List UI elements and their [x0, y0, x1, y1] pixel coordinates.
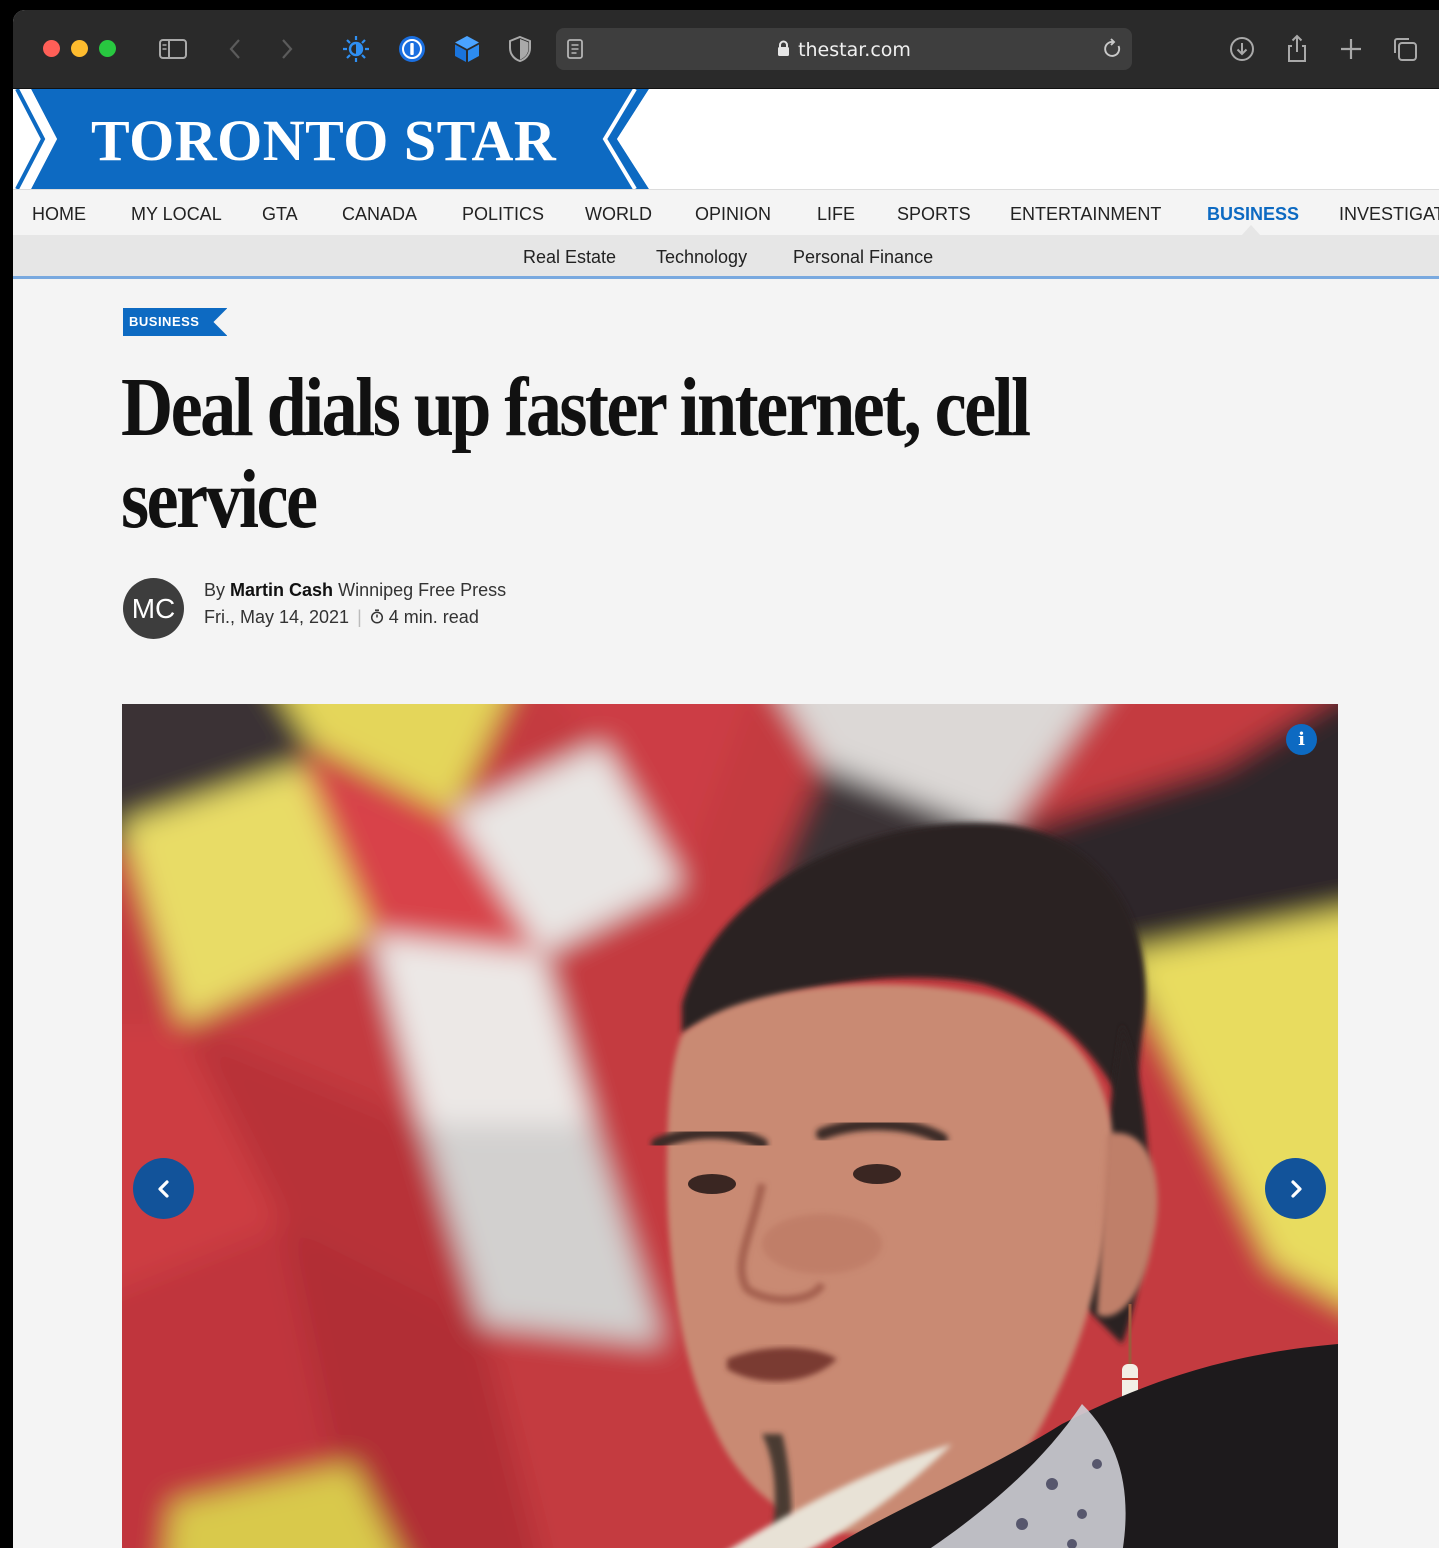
- address-bar[interactable]: thestar.com: [556, 28, 1132, 70]
- timer-icon: [370, 607, 384, 627]
- sidebar-icon[interactable]: [156, 32, 190, 66]
- nav-item-my-local[interactable]: MY LOCAL: [131, 204, 222, 225]
- publish-date: Fri., May 14, 2021: [204, 607, 350, 627]
- url-text: thestar.com: [556, 39, 1132, 62]
- gallery-next-button[interactable]: [1265, 1158, 1326, 1219]
- business-subnav: Real Estate Technology Personal Finance: [13, 235, 1439, 279]
- close-window-button[interactable]: [43, 40, 60, 57]
- share-icon[interactable]: [1280, 32, 1314, 66]
- subnav-item-real-estate[interactable]: Real Estate: [523, 247, 616, 268]
- nav-item-home[interactable]: HOME: [32, 204, 86, 225]
- author-avatar[interactable]: MC: [123, 578, 184, 639]
- publication-name: Winnipeg Free Press: [338, 580, 507, 600]
- byline: By Martin Cash Winnipeg Free Press: [204, 580, 506, 601]
- new-tab-icon[interactable]: [1334, 32, 1368, 66]
- byline-prefix: By: [204, 580, 226, 600]
- nav-item-business[interactable]: BUSINESS: [1207, 204, 1299, 225]
- article-photo-image: [122, 704, 1338, 1548]
- url-label: thestar.com: [798, 39, 911, 61]
- brightness-extension-icon[interactable]: [339, 32, 373, 66]
- lock-icon: [777, 40, 790, 62]
- author-name[interactable]: Martin Cash: [230, 580, 333, 600]
- shield-icon[interactable]: [503, 32, 537, 66]
- nav-item-sports[interactable]: SPORTS: [897, 204, 971, 225]
- chevron-right-icon: [1290, 1179, 1302, 1198]
- primary-nav: HOME MY LOCAL GTA CANADA POLITICS WORLD …: [13, 189, 1439, 236]
- nav-item-entertainment[interactable]: ENTERTAINMENT: [1010, 204, 1161, 225]
- nav-item-politics[interactable]: POLITICS: [462, 204, 544, 225]
- browser-toolbar: thestar.com: [13, 10, 1439, 89]
- password-manager-icon[interactable]: [395, 32, 429, 66]
- article-headline: Deal dials up faster internet, cell serv…: [121, 361, 1031, 546]
- dateline: Fri., May 14, 2021 | 4 min. read: [204, 607, 479, 628]
- downloads-icon[interactable]: [1225, 32, 1259, 66]
- photo-info-button[interactable]: i: [1286, 724, 1317, 755]
- gallery-prev-button[interactable]: [133, 1158, 194, 1219]
- article-photo[interactable]: [122, 704, 1338, 1548]
- nav-item-gta[interactable]: GTA: [262, 204, 298, 225]
- reload-icon[interactable]: [1096, 32, 1130, 66]
- nav-item-investigations[interactable]: INVESTIGAT: [1339, 204, 1439, 225]
- nav-item-life[interactable]: LIFE: [817, 204, 855, 225]
- nav-item-world[interactable]: WORLD: [585, 204, 652, 225]
- section-tag[interactable]: BUSINESS: [123, 308, 227, 336]
- dateline-divider: |: [357, 607, 362, 627]
- minimize-window-button[interactable]: [71, 40, 88, 57]
- subnav-item-technology[interactable]: Technology: [656, 247, 747, 268]
- nav-item-opinion[interactable]: OPINION: [695, 204, 771, 225]
- subnav-item-personal-finance[interactable]: Personal Finance: [793, 247, 933, 268]
- back-icon[interactable]: [218, 32, 252, 66]
- chevron-left-icon: [157, 1179, 169, 1198]
- read-time: 4 min. read: [388, 607, 479, 627]
- forward-icon[interactable]: [270, 32, 304, 66]
- tab-overview-icon[interactable]: [1388, 32, 1422, 66]
- site-logo[interactable]: TORONTO STAR: [91, 107, 556, 174]
- nav-item-canada[interactable]: CANADA: [342, 204, 417, 225]
- cube-extension-icon[interactable]: [450, 32, 484, 66]
- zoom-window-button[interactable]: [99, 40, 116, 57]
- site-masthead: TORONTO STAR: [13, 89, 1439, 189]
- browser-window: thestar.com TORONTO STAR HOME MY LOCAL G…: [13, 10, 1439, 1548]
